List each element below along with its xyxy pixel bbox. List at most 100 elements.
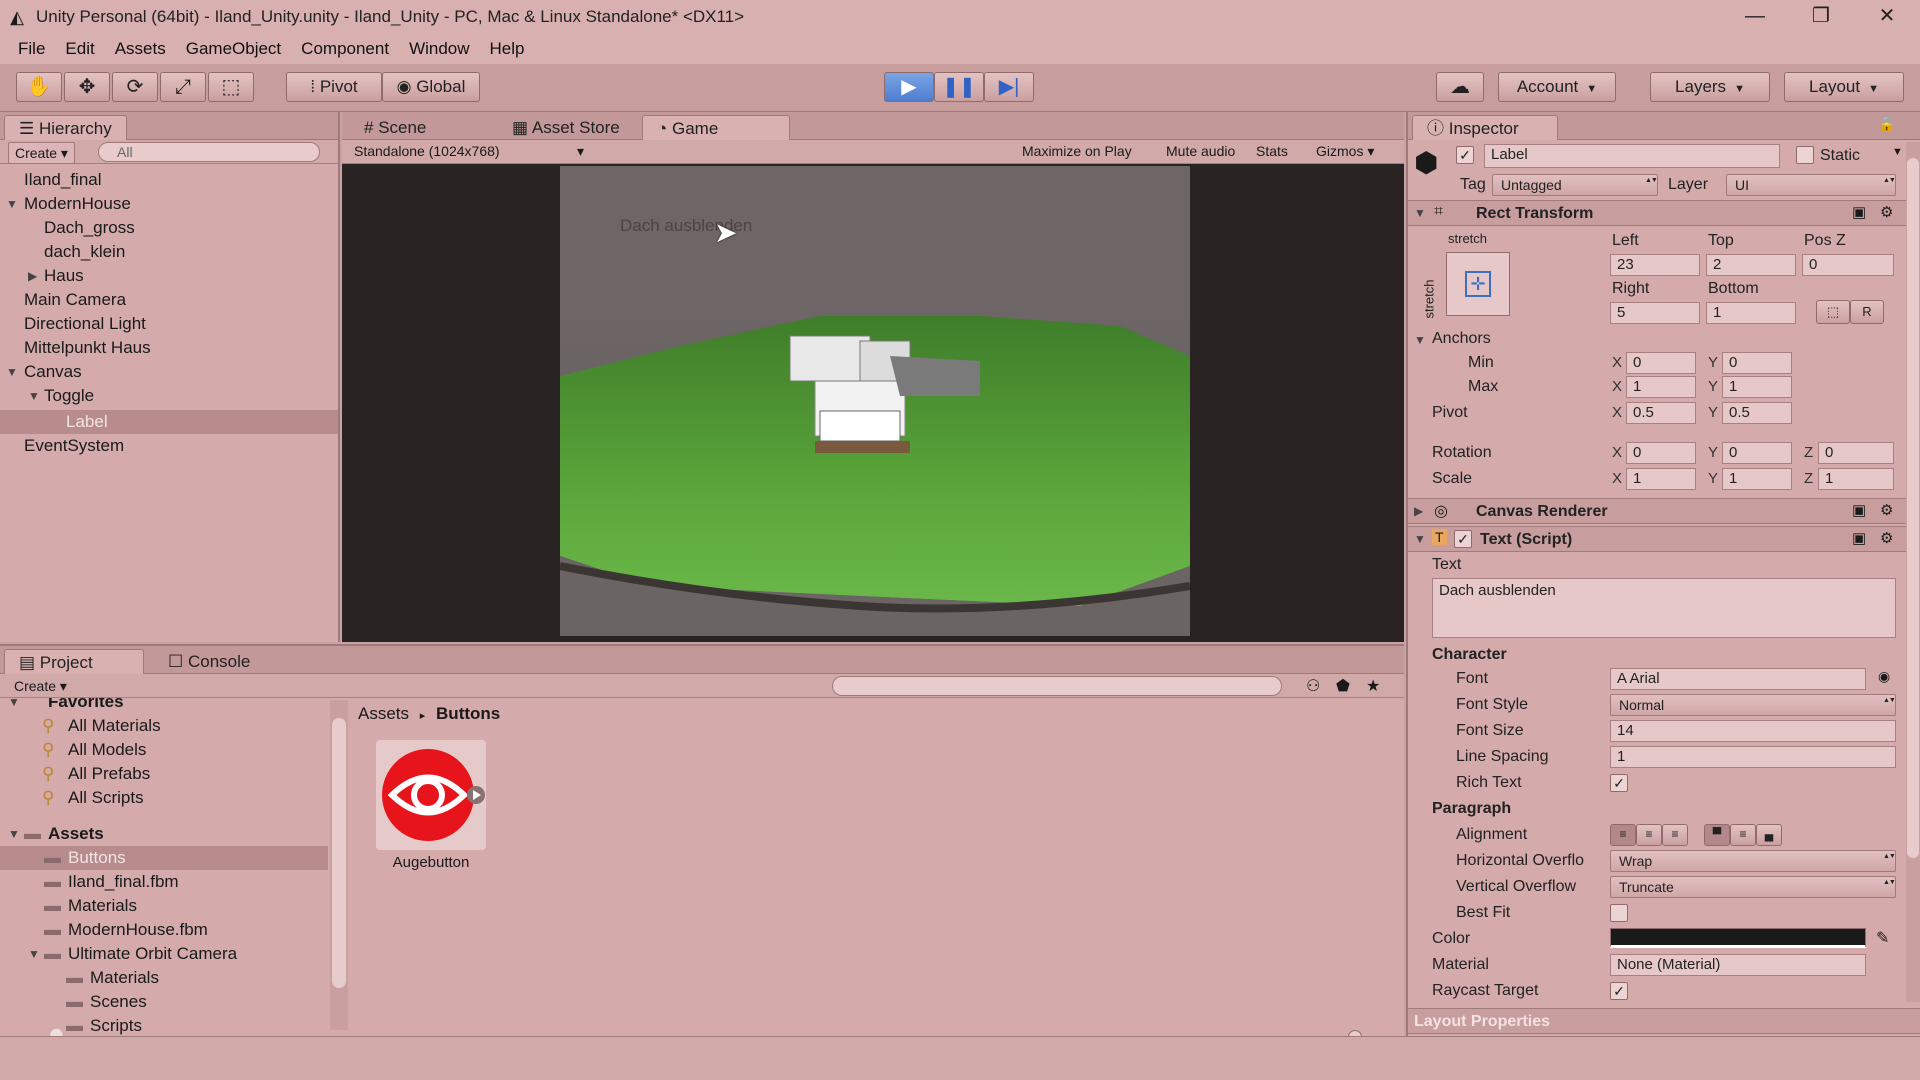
align-right-icon[interactable]: ≡ [1662,824,1688,846]
maximize-button[interactable]: ❐ [1788,0,1854,34]
anchor-min-y-field[interactable]: 0 [1722,352,1792,374]
font-field[interactable]: A Arial [1610,668,1866,690]
hierarchy-item[interactable]: Main Camera [24,288,126,312]
expand-triangle-icon[interactable]: ▼ [8,822,20,846]
best-fit-checkbox[interactable] [1610,904,1628,922]
cloud-icon[interactable]: ☁ [1436,72,1484,102]
help-book-icon[interactable]: ▣ [1852,529,1866,547]
pause-button[interactable]: ❚❚ [934,72,984,102]
layer-dropdown[interactable]: UI [1726,174,1896,196]
layout-dropdown[interactable]: Layout ▼ [1784,72,1904,102]
top-field[interactable]: 2 [1706,254,1796,276]
gizmos-dropdown[interactable]: Gizmos ▾ [1310,141,1380,161]
close-button[interactable]: ✕ [1854,0,1920,34]
rotation-z-field[interactable]: 0 [1818,442,1894,464]
stats-toggle[interactable]: Stats [1250,141,1294,161]
tab-inspector[interactable]: ⓘ Inspector [1412,115,1558,140]
asset-folder[interactable]: ▬ Materials [44,894,137,918]
raycast-target-checkbox[interactable]: ✓ [1610,982,1628,1000]
asset-folder[interactable]: ▬ Materials [66,966,159,990]
scale-z-field[interactable]: 1 [1818,468,1894,490]
help-book-icon[interactable]: ▣ [1852,203,1866,221]
pivot-x-field[interactable]: 0.5 [1626,402,1696,424]
maximize-on-play-toggle[interactable]: Maximize on Play [1016,141,1138,161]
favorite-item[interactable]: ⚲ All Models [42,738,146,762]
expand-triangle-icon[interactable]: ▼ [6,360,18,384]
menu-window[interactable]: Window [399,39,479,59]
asset-folder-selected[interactable]: ▬ Buttons [44,846,126,870]
rich-text-checkbox[interactable]: ✓ [1610,774,1628,792]
help-book-icon[interactable]: ▣ [1852,501,1866,519]
expand-triangle-icon[interactable]: ▼ [1414,527,1426,551]
menu-assets[interactable]: Assets [105,39,176,59]
tab-asset-store[interactable]: ▦ Asset Store [498,115,634,140]
hierarchy-item[interactable]: Toggle [44,384,94,408]
layout-properties-header[interactable]: Layout Properties [1408,1008,1920,1034]
breadcrumb-assets[interactable]: Assets [358,704,409,723]
hierarchy-item[interactable]: Directional Light [24,312,146,336]
favorite-item[interactable]: ⚲ All Materials [42,714,161,738]
scale-tool-icon[interactable]: ⤢ [160,72,206,102]
object-name-field[interactable]: Label [1484,144,1780,168]
mute-audio-toggle[interactable]: Mute audio [1160,141,1241,161]
material-field[interactable]: None (Material) [1610,954,1866,976]
gear-icon[interactable]: ⚙ [1880,529,1893,547]
line-spacing-field[interactable]: 1 [1610,746,1896,768]
horizontal-overflow-dropdown[interactable]: Wrap [1610,850,1896,872]
vertical-overflow-dropdown[interactable]: Truncate [1610,876,1896,898]
hierarchy-item[interactable]: dach_klein [44,240,125,264]
gear-icon[interactable]: ⚙ [1880,203,1893,221]
favorite-item[interactable]: ⚲ All Prefabs [42,762,150,786]
inspector-scrollbar[interactable] [1906,142,1920,1002]
tab-console[interactable]: ☐ Console [154,649,264,674]
text-script-header[interactable]: ▼ T ✓ Text (Script) ▣ ⚙ [1408,526,1920,552]
pivot-toggle[interactable]: ⁞ Pivot [286,72,382,102]
breadcrumb-buttons[interactable]: Buttons [436,704,500,723]
anchor-max-y-field[interactable]: 1 [1722,376,1792,398]
menu-gameobject[interactable]: GameObject [176,39,291,59]
hierarchy-item[interactable]: Canvas [24,360,82,384]
expand-triangle-icon[interactable]: ▼ [6,192,18,216]
menu-help[interactable]: Help [480,39,535,59]
asset-folder[interactable]: ▬ Iland_final.fbm [44,870,179,894]
project-search-input[interactable] [832,676,1282,696]
menu-file[interactable]: File [8,39,55,59]
anchor-max-x-field[interactable]: 1 [1626,376,1696,398]
tag-dropdown[interactable]: Untagged [1492,174,1658,196]
expand-triangle-icon[interactable]: ▼ [28,384,40,408]
hierarchy-item[interactable]: ModernHouse [24,192,131,216]
asset-folder[interactable]: ▬ Scripts [66,1014,142,1038]
asset-tile[interactable] [376,740,486,850]
create-dropdown[interactable]: Create ▾ [8,142,75,164]
pivot-y-field[interactable]: 0.5 [1722,402,1792,424]
asset-folder[interactable]: ▬ ModernHouse.fbm [44,918,208,942]
game-viewport[interactable]: Dach ausblenden ➤ [560,166,1190,636]
menu-component[interactable]: Component [291,39,399,59]
rotation-x-field[interactable]: 0 [1626,442,1696,464]
tab-project[interactable]: ▤ Project [4,649,144,674]
menu-edit[interactable]: Edit [55,39,104,59]
favorite-star-icon[interactable]: ★ [1366,676,1380,696]
align-left-icon[interactable]: ≡ [1610,824,1636,846]
global-toggle[interactable]: ◉ Global [382,72,480,102]
font-style-dropdown[interactable]: Normal [1610,694,1896,716]
assets-header[interactable]: ▬ Assets [24,822,104,846]
hand-tool-icon[interactable]: ✋ [16,72,62,102]
rect-transform-header[interactable]: ▼ ⌗ Rect Transform ▣ ⚙ [1408,200,1920,226]
hierarchy-item-selected[interactable]: Label [66,410,108,434]
minimize-button[interactable]: — [1722,0,1788,34]
project-tree-scrollbar[interactable] [330,700,348,1030]
font-size-field[interactable]: 14 [1610,720,1896,742]
filter-type-icon[interactable]: ⚇ [1306,676,1320,696]
posz-field[interactable]: 0 [1802,254,1894,276]
project-create-dropdown[interactable]: Create ▾ [8,676,73,696]
align-middle-icon[interactable]: ≡ [1730,824,1756,846]
asset-folder[interactable]: ▬ Scenes [66,990,147,1014]
eyedropper-icon[interactable]: ✎ [1876,928,1889,948]
active-checkbox[interactable]: ✓ [1456,146,1474,164]
favorite-item[interactable]: ⚲ All Scripts [42,786,144,810]
expand-triangle-icon[interactable]: ▼ [8,698,20,714]
account-dropdown[interactable]: Account ▼ [1498,72,1616,102]
scrollbar-thumb[interactable] [1907,158,1919,858]
lock-icon[interactable]: 🔒 [1878,116,1895,133]
